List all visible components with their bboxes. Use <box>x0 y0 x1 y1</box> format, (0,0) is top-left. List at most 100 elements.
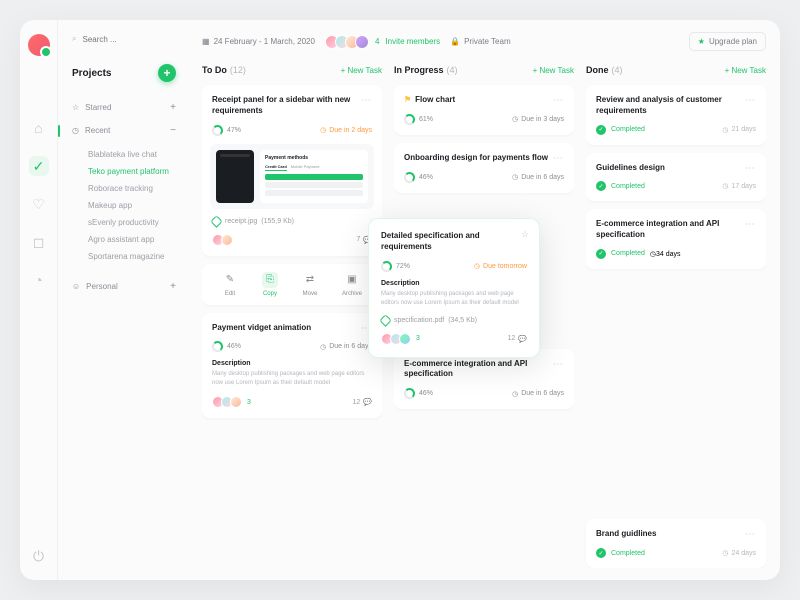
due-badge: ◷Due in 3 days <box>512 115 564 123</box>
nav-rail: ⌂ ✓ ♡ ◻ ◔ ⏻ <box>20 20 58 580</box>
more-icon[interactable]: ⋯ <box>553 359 564 370</box>
group-recent[interactable]: ◷ Recent − <box>72 119 176 142</box>
user-avatar[interactable] <box>28 34 50 56</box>
card-title: E-commerce integration and API specifica… <box>404 359 564 381</box>
edit-icon: ✎ <box>222 272 238 288</box>
group-personal[interactable]: ☺ Personal + <box>72 275 176 298</box>
avatar-stack[interactable] <box>325 35 369 49</box>
archive-icon: ▣ <box>344 272 360 288</box>
task-popover[interactable]: ☆ Detailed specification and requirement… <box>368 218 540 358</box>
check-icon: ✓ <box>596 125 606 135</box>
card-preview: Payment methods Credit CardMobile Paymen… <box>210 144 374 209</box>
collapse-icon[interactable]: − <box>170 125 176 136</box>
more-icon[interactable]: ⋯ <box>361 95 372 106</box>
task-card[interactable]: ⋯ ⚑Flow chart 61% ◷Due in 3 days <box>394 85 574 135</box>
progress-ring <box>404 114 415 125</box>
stats-icon[interactable]: ◔ <box>29 270 49 290</box>
copy-button[interactable]: ⎘Copy <box>262 272 278 297</box>
tasks-icon[interactable]: ✓ <box>29 156 49 176</box>
search-box[interactable]: ⌕ <box>72 32 176 46</box>
card-title: Guidelines design <box>596 163 756 174</box>
clock-icon: ◷ <box>474 262 480 270</box>
power-icon[interactable]: ⏻ <box>29 546 49 566</box>
team-privacy[interactable]: 🔒 Private Team <box>450 37 511 46</box>
comment-icon: 💬 <box>363 398 372 406</box>
home-icon[interactable]: ⌂ <box>29 118 49 138</box>
attachment[interactable]: specification.pdf (34,5 Kb) <box>381 316 527 325</box>
task-card[interactable]: ⋯ Payment vidget animation 46% ◷Due in 6… <box>202 313 382 419</box>
more-icon[interactable]: ⋯ <box>745 163 756 174</box>
comments-count[interactable]: 12💬 <box>352 398 372 406</box>
clock-icon: ◷ <box>512 115 518 123</box>
column-count: (4) <box>612 65 623 75</box>
task-card[interactable]: ⋯ Receipt panel for a sidebar with new r… <box>202 85 382 256</box>
task-card[interactable]: ⋯ E-commerce integration and API specifi… <box>394 349 574 410</box>
expand-icon[interactable]: + <box>170 102 176 113</box>
more-icon[interactable]: ⋯ <box>553 95 564 106</box>
due-badge: ◷Due in 6 days <box>512 173 564 181</box>
project-item[interactable]: Agro assistant app <box>88 231 176 248</box>
more-icon[interactable]: ⋯ <box>553 153 564 164</box>
new-task-button[interactable]: + New Task <box>341 66 382 75</box>
upgrade-button[interactable]: Upgrade plan <box>689 32 766 51</box>
card-title: Payment vidget animation <box>212 323 372 334</box>
archive-button[interactable]: ▣Archive <box>342 272 362 297</box>
more-icon[interactable]: ⋯ <box>745 95 756 106</box>
card-title: Brand guidlines <box>596 529 756 540</box>
due-badge: ◷Due in 2 days <box>320 126 372 134</box>
check-icon: ✓ <box>596 249 606 259</box>
date-range[interactable]: ▦ 24 February - 1 March, 2020 <box>202 37 315 46</box>
project-list: Blablateka live chat Teko payment platfo… <box>72 142 176 275</box>
column-title: To Do <box>202 65 227 75</box>
task-card[interactable]: ⋯ Review and analysis of customer requir… <box>586 85 766 145</box>
attachment[interactable]: receipt.jpg (155,9 Kb) <box>212 217 372 226</box>
user-icon: ☺ <box>72 282 80 291</box>
more-icon[interactable]: ⋯ <box>745 219 756 230</box>
search-input[interactable] <box>82 35 162 44</box>
project-item[interactable]: Teko payment platform <box>88 163 176 180</box>
topbar: ▦ 24 February - 1 March, 2020 4 Invite m… <box>202 32 766 51</box>
notification-icon[interactable]: ◻ <box>29 232 49 252</box>
new-task-button[interactable]: + New Task <box>725 66 766 75</box>
move-button[interactable]: ⇄Move <box>302 272 318 297</box>
check-icon: ✓ <box>596 181 606 191</box>
more-icon[interactable]: ⋯ <box>745 529 756 540</box>
task-card[interactable]: ⋯ Guidelines design ✓Completed◷17 days <box>586 153 766 202</box>
group-starred[interactable]: ☆ Starred + <box>72 96 176 119</box>
comments-count[interactable]: 12💬 <box>507 335 527 343</box>
new-task-button[interactable]: + New Task <box>533 66 574 75</box>
progress-ring <box>212 125 223 136</box>
flag-icon: ⚑ <box>404 95 411 104</box>
progress-ring <box>404 388 415 399</box>
invite-members[interactable]: Invite members <box>385 37 440 46</box>
project-item[interactable]: Sportarena magazine <box>88 248 176 265</box>
project-item[interactable]: Roborace tracking <box>88 180 176 197</box>
task-card[interactable]: ⋯ Onboarding design for payments flow 46… <box>394 143 574 193</box>
gift-icon[interactable]: ♡ <box>29 194 49 214</box>
task-card[interactable]: ⋯ Brand guidlines ✓Completed◷24 days <box>586 519 766 568</box>
assignees[interactable] <box>212 396 242 408</box>
clock-icon: ◷ <box>320 343 326 351</box>
assignees[interactable] <box>381 333 411 345</box>
lock-icon: 🔒 <box>450 37 460 46</box>
project-item[interactable]: Blablateka live chat <box>88 146 176 163</box>
assignees[interactable] <box>212 234 233 246</box>
add-project-button[interactable]: + <box>158 64 176 82</box>
task-card[interactable]: ⋯ E-commerce integration and API specifi… <box>586 209 766 269</box>
project-item[interactable]: Makeup app <box>88 197 176 214</box>
move-icon: ⇄ <box>302 272 318 288</box>
search-icon: ⌕ <box>72 34 76 44</box>
copy-icon: ⎘ <box>262 272 278 288</box>
edit-button[interactable]: ✎Edit <box>222 272 238 297</box>
bookmark-icon[interactable]: ☆ <box>521 229 529 240</box>
expand-icon[interactable]: + <box>170 281 176 292</box>
sidebar: ⌕ Projects + ☆ Starred + ◷ Recent − Blab… <box>58 20 188 580</box>
clock-icon: ◷ <box>722 126 728 134</box>
calendar-icon: ▦ <box>202 37 210 46</box>
star-icon: ☆ <box>72 103 79 112</box>
progress-ring <box>381 261 392 272</box>
project-item[interactable]: sEvenly productivity <box>88 214 176 231</box>
clock-icon: ◷ <box>320 126 326 134</box>
card-actions: ✎Edit ⎘Copy ⇄Move ▣Archive <box>202 264 382 305</box>
due-badge: ◷Due in 6 days <box>320 343 372 351</box>
